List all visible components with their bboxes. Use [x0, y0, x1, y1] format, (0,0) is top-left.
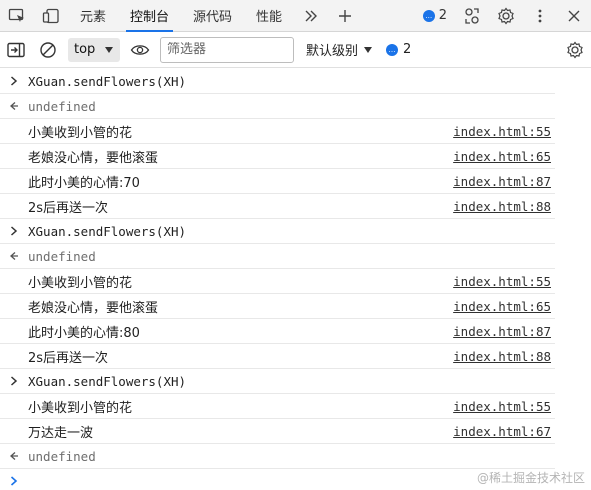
command-text: XGuan.sendFlowers(XH) [28, 373, 187, 389]
chevron-double-right-icon[interactable] [294, 0, 328, 32]
log-levels-dropdown[interactable]: 默认级别 [306, 40, 373, 59]
console-row-log: 小美收到小管的花 index.html:55 [0, 119, 555, 144]
input-chevron-icon [0, 369, 28, 394]
tab-elements[interactable]: 元素 [68, 0, 118, 32]
more-vertical-icon[interactable] [523, 0, 557, 32]
source-link[interactable]: index.html:88 [453, 349, 555, 364]
log-message: 小美收到小管的花 [28, 400, 133, 416]
message-bubble-icon: … [422, 9, 435, 22]
context-value: top [74, 42, 96, 57]
console-entries: XGuan.sendFlowers(XH) undefined 小美收到小管的花 in… [0, 69, 591, 469]
result-arrow-icon [0, 444, 28, 469]
row-gutter [0, 144, 28, 169]
result-value: undefined [28, 248, 96, 264]
console-row-log: 此时小美的心情:70 index.html:87 [0, 169, 555, 194]
dropdown-arrow-icon [105, 46, 114, 53]
log-message: 此时小美的心情:70 [28, 175, 140, 191]
tab-console[interactable]: 控制台 [118, 0, 181, 32]
dropdown-arrow-icon [364, 46, 373, 53]
row-gutter [0, 269, 28, 294]
console-row-result: undefined [0, 94, 555, 119]
row-gutter [0, 169, 28, 194]
result-value: undefined [28, 98, 96, 114]
input-chevron-icon [0, 69, 28, 94]
console-row-input: XGuan.sendFlowers(XH) [0, 369, 555, 394]
console-row-log: 2s后再送一次 index.html:88 [0, 194, 555, 219]
plus-icon[interactable] [328, 0, 362, 32]
source-link[interactable]: index.html:65 [453, 299, 555, 314]
source-link[interactable]: index.html:65 [453, 149, 555, 164]
devtools-tabbar: 元素 控制台 源代码 性能 … 2 [0, 0, 591, 32]
console-row-result: undefined [0, 444, 555, 469]
log-levels-label: 默认级别 [306, 44, 359, 59]
prompt-chevron-icon [0, 476, 28, 486]
console-row-log: 2s后再送一次 index.html:88 [0, 344, 555, 369]
messages-counter[interactable]: … 2 [415, 0, 455, 32]
sidebar-toggle-icon[interactable] [0, 32, 32, 68]
input-chevron-icon [0, 219, 28, 244]
log-message: 2s后再送一次 [28, 200, 109, 216]
console-row-log: 小美收到小管的花 index.html:55 [0, 269, 555, 294]
customize-icon[interactable] [455, 0, 489, 32]
messages-count: 2 [438, 8, 447, 23]
log-message: 小美收到小管的花 [28, 275, 133, 291]
log-message: 2s后再送一次 [28, 350, 109, 366]
tab-performance[interactable]: 性能 [244, 0, 294, 32]
row-gutter [0, 119, 28, 144]
row-gutter [0, 319, 28, 344]
source-link[interactable]: index.html:55 [453, 124, 555, 139]
settings-gear-icon[interactable] [489, 0, 523, 32]
device-toolbar-icon[interactable] [34, 0, 68, 32]
context-selector[interactable]: top [68, 37, 120, 62]
log-message: 此时小美的心情:80 [28, 325, 140, 341]
live-expression-eye-icon[interactable] [124, 32, 156, 68]
command-text: XGuan.sendFlowers(XH) [28, 73, 187, 89]
filter-input-box[interactable] [160, 36, 294, 63]
log-message: 老娘没心情，要他滚蛋 [28, 300, 159, 316]
row-gutter [0, 194, 28, 219]
console-row-log: 老娘没心情，要他滚蛋 index.html:65 [0, 144, 555, 169]
console-row-input: XGuan.sendFlowers(XH) [0, 69, 555, 94]
console-row-log: 此时小美的心情:80 index.html:87 [0, 319, 555, 344]
log-message: 万达走一波 [28, 425, 94, 441]
filter-input[interactable] [167, 42, 287, 57]
source-link[interactable]: index.html:55 [453, 399, 555, 414]
log-message: 老娘没心情，要他滚蛋 [28, 150, 159, 166]
source-link[interactable]: index.html:87 [453, 324, 555, 339]
result-arrow-icon [0, 94, 28, 119]
source-link[interactable]: index.html:87 [453, 174, 555, 189]
console-row-result: undefined [0, 244, 555, 269]
console-settings-gear-icon[interactable] [559, 32, 591, 68]
issues-count: 2 [403, 42, 412, 57]
message-bubble-icon: … [386, 43, 399, 56]
inspect-element-icon[interactable] [0, 0, 34, 32]
row-gutter [0, 394, 28, 419]
result-value: undefined [28, 448, 96, 464]
tab-sources[interactable]: 源代码 [181, 0, 244, 32]
console-row-log: 万达走一波 index.html:67 [0, 419, 555, 444]
row-gutter [0, 294, 28, 319]
source-link[interactable]: index.html:55 [453, 274, 555, 289]
issues-counter[interactable]: … 2 [386, 42, 411, 57]
console-log: XGuan.sendFlowers(XH) undefined 小美收到小管的花 in… [0, 69, 591, 490]
row-gutter [0, 419, 28, 444]
source-link[interactable]: index.html:67 [453, 424, 555, 439]
clear-console-icon[interactable] [32, 32, 64, 68]
close-icon[interactable] [557, 0, 591, 32]
result-arrow-icon [0, 244, 28, 269]
console-row-log: 老娘没心情，要他滚蛋 index.html:65 [0, 294, 555, 319]
row-gutter [0, 344, 28, 369]
source-link[interactable]: index.html:88 [453, 199, 555, 214]
console-row-log: 小美收到小管的花 index.html:55 [0, 394, 555, 419]
log-message: 小美收到小管的花 [28, 125, 133, 141]
console-toolbar: top 默认级别 … 2 [0, 32, 591, 68]
watermark: @稀土掘金技术社区 [476, 471, 585, 485]
console-row-input: XGuan.sendFlowers(XH) [0, 219, 555, 244]
command-text: XGuan.sendFlowers(XH) [28, 223, 187, 239]
